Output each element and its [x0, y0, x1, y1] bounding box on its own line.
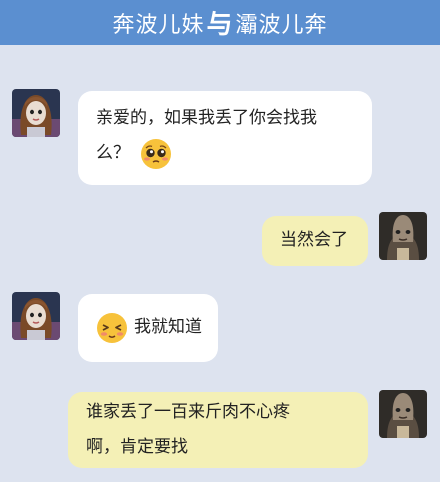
- girl-avatar-icon[interactable]: [12, 89, 60, 137]
- message-1-line-2-row: 么？: [96, 136, 354, 171]
- message-3-row: 我就知道: [96, 310, 202, 345]
- title-left-name: 奔波儿妹: [112, 12, 205, 38]
- message-3-line-1: 我就知道: [134, 317, 202, 337]
- message-4-line-1: 谁家丢了一百来斤肉不心疼: [86, 402, 290, 422]
- message-bubble-2[interactable]: 当然会了: [262, 216, 368, 266]
- blushing-face-icon: [96, 312, 128, 344]
- message-bubble-1[interactable]: 亲爱的，如果我丢了你会找我 么？: [78, 91, 372, 185]
- title-separator: 与: [206, 10, 234, 40]
- message-4-line-2: 啊，肯定要找: [86, 437, 188, 457]
- monk-avatar-icon[interactable]: [379, 390, 427, 438]
- message-1-line-2: 么？: [96, 143, 130, 163]
- pleading-face-icon: [140, 138, 172, 170]
- message-bubble-3[interactable]: 我就知道: [78, 294, 218, 362]
- monk-avatar-icon[interactable]: [379, 212, 427, 260]
- chat-header: 奔波儿妹 与 灞波儿奔: [0, 0, 440, 45]
- girl-avatar-icon[interactable]: [12, 292, 60, 340]
- message-bubble-4[interactable]: 谁家丢了一百来斤肉不心疼 啊，肯定要找: [68, 392, 368, 468]
- title-right-name: 灞波儿奔: [235, 12, 328, 38]
- message-2-line-1: 当然会了: [280, 230, 348, 250]
- message-1-line-1: 亲爱的，如果我丢了你会找我: [96, 108, 317, 128]
